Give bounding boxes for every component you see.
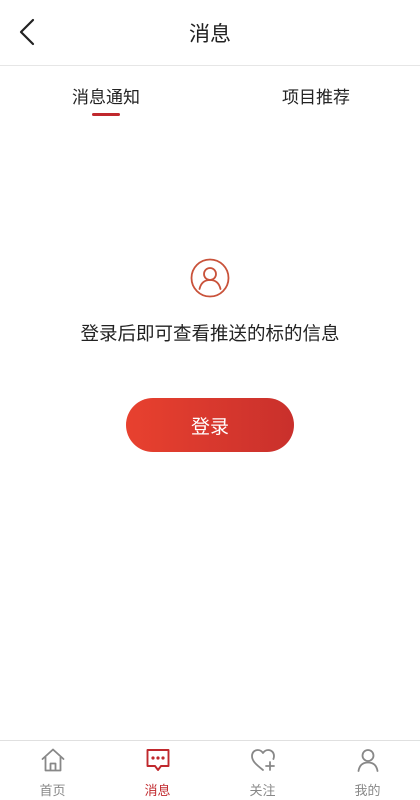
person-icon [357,749,378,772]
message-icon [146,749,169,771]
login-button-label: 登录 [190,415,229,438]
top-bar: 消息 [0,0,420,66]
chevron-left-icon [19,18,35,46]
tabbar-item-mine[interactable]: 我的 [315,741,420,800]
tab-project-recommendations[interactable]: 项目推荐 [236,67,396,117]
back-button[interactable] [10,14,46,50]
login-button[interactable]: 登录 [126,398,294,452]
tab-label: 消息通知 [72,88,140,108]
page-title: 消息 [189,22,231,46]
tabbar-label: 消息 [144,784,171,799]
tabbar-item-home[interactable]: 首页 [0,741,105,800]
tab-message-notifications[interactable]: 消息通知 [26,67,186,117]
empty-state-message: 登录后即可查看推送的标的信息 [80,324,340,345]
message-tabs: 消息通知 项目推荐 [0,67,420,117]
tabbar-item-follow[interactable]: 关注 [210,741,315,800]
empty-state: 登录后即可查看推送的标的信息 [0,258,420,346]
user-circle-icon [190,258,230,298]
tabbar-label: 关注 [249,784,276,799]
tab-label: 项目推荐 [282,88,350,108]
tabbar-label: 我的 [354,784,381,799]
home-icon [41,748,64,772]
active-tab-indicator [92,113,120,116]
heart-plus-icon [250,749,275,771]
bottom-tab-bar: 首页 消息 关注 我的 [0,740,420,800]
tabbar-item-messages[interactable]: 消息 [105,741,210,800]
tabbar-label: 首页 [39,784,66,799]
